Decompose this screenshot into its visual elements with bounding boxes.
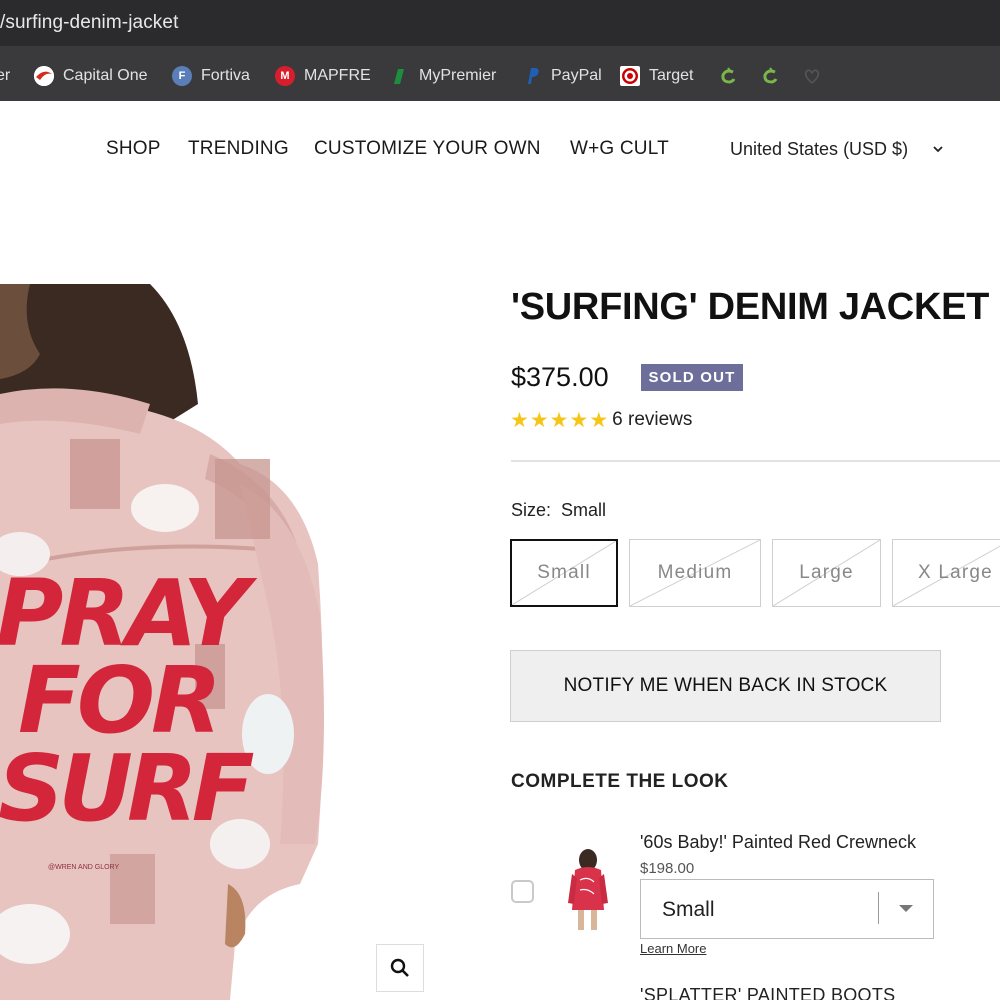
select-separator — [878, 892, 879, 924]
star-icon: ★ — [589, 408, 609, 432]
size-option-medium[interactable]: Medium — [629, 539, 761, 607]
fortiva-icon: F — [172, 66, 192, 86]
nav-wg-cult[interactable]: W+G CULT — [570, 138, 669, 160]
bookmark-fortiva[interactable]: F Fortiva — [172, 65, 250, 87]
mapfre-icon: M — [275, 66, 295, 86]
next-look-item-name[interactable]: 'SPLATTER' PAINTED BOOTS — [640, 985, 895, 1000]
heart-outline-icon — [802, 66, 822, 86]
notify-back-in-stock-button[interactable]: NOTIFY ME WHEN BACK IN STOCK — [510, 650, 941, 722]
look-item-price: $198.00 — [640, 860, 695, 877]
bookmark-label: er — [0, 67, 11, 84]
nav-customize-your-own[interactable]: CUSTOMIZE YOUR OWN — [314, 138, 541, 160]
star-icon: ★ — [529, 408, 549, 432]
bookmark-label: Capital One — [63, 67, 148, 84]
bookmark-green-1[interactable] — [718, 65, 738, 87]
jacket-tag: @WREN AND GLORY — [48, 864, 120, 871]
jacket-paint-text: PRAY FOR SURF — [0, 560, 255, 842]
crewneck-thumbnail[interactable] — [566, 848, 610, 934]
zoom-button[interactable] — [376, 944, 424, 992]
rating-stars[interactable]: ★ ★ ★ ★ ★ 6 reviews — [510, 408, 692, 432]
complete-the-look-heading: COMPLETE THE LOOK — [511, 771, 729, 792]
leaf-c-icon — [718, 66, 738, 86]
paypal-icon — [522, 66, 542, 86]
sold-out-badge: SOLD OUT — [641, 364, 743, 391]
dropdown-arrow-icon — [899, 905, 913, 912]
browser-url-bar[interactable]: /surfing-denim-jacket — [0, 0, 1000, 46]
bookmark-label: PayPal — [551, 67, 602, 84]
divider — [511, 460, 1000, 462]
nav-shop[interactable]: SHOP — [106, 138, 161, 160]
bookmark-partial[interactable]: er — [0, 65, 10, 87]
bookmark-capital-one[interactable]: Capital One — [34, 65, 148, 87]
product-price: $375.00 — [511, 362, 609, 392]
add-item-checkbox[interactable] — [511, 880, 534, 903]
product-title: 'SURFING' DENIM JACKET — [511, 286, 990, 328]
bookmark-label: Target — [649, 67, 694, 84]
star-icon: ★ — [569, 408, 589, 432]
capital-one-icon — [34, 66, 54, 86]
page-root: /surfing-denim-jacket er Capital One F F… — [0, 0, 1000, 1000]
bookmark-mypremier[interactable]: MyPremier — [390, 65, 496, 87]
bookmark-target[interactable]: Target — [620, 65, 693, 87]
bookmark-label: MAPFRE — [304, 67, 371, 84]
chevron-down-icon[interactable] — [932, 143, 944, 155]
bookmark-label: Fortiva — [201, 67, 250, 84]
learn-more-link[interactable]: Learn More — [640, 941, 706, 956]
review-count[interactable]: 6 reviews — [612, 409, 692, 431]
currency-selector[interactable]: United States (USD $) — [730, 139, 908, 160]
size-label: Size: Small — [511, 500, 607, 520]
bookmark-heart[interactable] — [802, 65, 822, 87]
url-text[interactable]: /surfing-denim-jacket — [0, 12, 178, 34]
mypremier-icon — [390, 66, 410, 86]
bookmarks-bar: er Capital One F Fortiva M MAPFRE MyPrem… — [0, 46, 1000, 101]
star-icon: ★ — [510, 408, 529, 432]
nav-trending[interactable]: TRENDING — [188, 138, 289, 160]
leaf-c-icon — [760, 66, 780, 86]
bookmark-paypal[interactable]: PayPal — [522, 65, 602, 87]
look-item-size-select[interactable]: Small — [640, 879, 934, 939]
target-icon — [620, 66, 640, 86]
bookmark-green-2[interactable] — [760, 65, 780, 87]
look-item-name[interactable]: '60s Baby!' Painted Red Crewneck — [640, 832, 916, 853]
size-option-small[interactable]: Small — [510, 539, 618, 607]
star-icon: ★ — [549, 408, 569, 432]
bookmark-mapfre[interactable]: M MAPFRE — [275, 65, 371, 87]
product-image[interactable]: PRAY FOR SURF @WREN AND GLORY — [0, 284, 340, 1000]
bookmark-label: MyPremier — [419, 67, 497, 84]
size-option-large[interactable]: Large — [772, 539, 881, 607]
look-item-size-value: Small — [662, 898, 715, 921]
size-option-x-large[interactable]: X Large — [892, 539, 1000, 607]
magnifier-icon — [390, 958, 409, 977]
